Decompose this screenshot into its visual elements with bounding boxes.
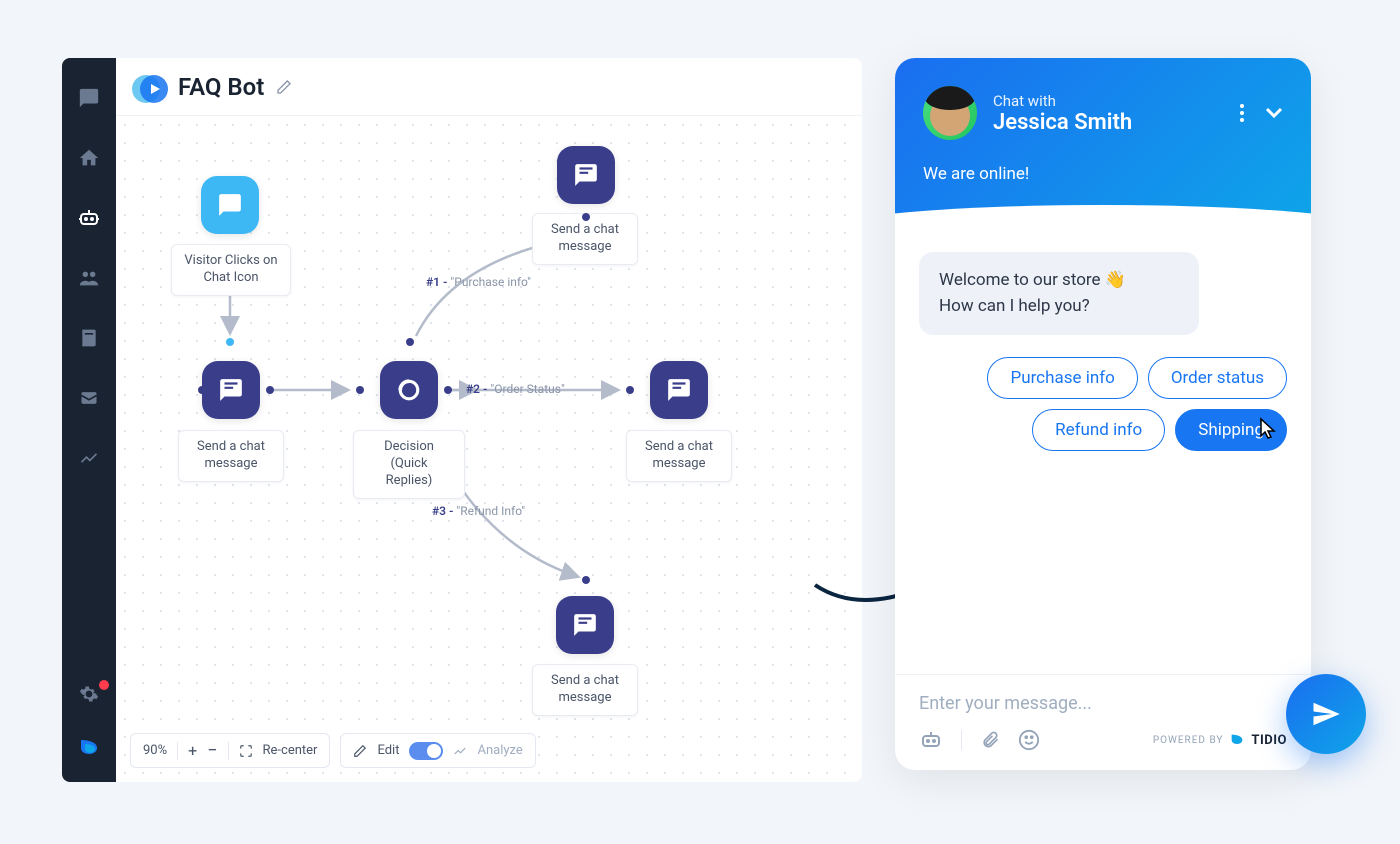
powered-by: POWERED BY TIDIO [1153,732,1287,748]
operator-name: Jessica Smith [993,110,1132,135]
book-icon [79,328,99,348]
node-trigger[interactable] [201,176,259,234]
tidio-brand: TIDIO [1251,733,1287,748]
tidio-logo-icon [1229,732,1245,748]
analyze-icon [453,744,467,758]
analyze-mode-button[interactable]: Analyze [477,743,522,758]
sidebar-item-brand[interactable] [73,732,105,764]
flow-canvas-container: FAQ Bot Visitor Clicks on Chat Icon [116,58,862,782]
edit-title-icon[interactable] [276,79,292,95]
sidebar-item-contacts[interactable] [73,322,105,354]
gear-icon [79,684,99,704]
bot-toggle-icon[interactable] [919,728,943,752]
quick-reply-order-status[interactable]: Order status [1148,357,1287,399]
connection-dot [226,338,234,346]
send-icon [1311,699,1341,729]
emoji-icon[interactable] [1018,729,1040,751]
sidebar-item-chat[interactable] [73,82,105,114]
zoom-out-button[interactable]: − [207,740,217,761]
welcome-line-2: How can I help you? [939,294,1179,320]
sidebar-item-users[interactable] [73,262,105,294]
message-input[interactable]: Enter your message... [919,693,1287,714]
node-send-3-label: Send a chat message [626,430,732,482]
chat-footer: Enter your message... POWERED BY TIDIO [895,674,1311,770]
branch-label-3: #3 - "Refund Info" [432,504,525,518]
chat-preview-widget: Chat with Jessica Smith We are online! W… [895,58,1311,770]
connection-dot [582,213,590,221]
sidebar-item-analytics[interactable] [73,442,105,474]
notification-dot [99,680,109,690]
node-send-message-1[interactable] [202,361,260,419]
node-decision-label: Decision (Quick Replies) [353,430,465,499]
node-decision[interactable] [380,361,438,419]
quick-replies: Purchase info Order status Refund info S… [919,357,1287,451]
flow-canvas[interactable]: Visitor Clicks on Chat Icon Send a chat … [116,116,862,782]
canvas-header: FAQ Bot [116,58,862,116]
chat-body: Welcome to our store 👋 How can I help yo… [895,232,1311,674]
zoom-value: 90% [143,743,167,758]
chat-icon [78,87,100,109]
more-icon[interactable] [1239,103,1245,123]
mode-toggle[interactable] [409,742,443,760]
online-status: We are online! [923,164,1283,184]
chevron-down-icon[interactable] [1265,107,1283,119]
main-sidebar [62,58,116,782]
message-icon [572,612,598,638]
sidebar-item-bot[interactable] [73,202,105,234]
zoom-controls: 90% + − Re-center [130,733,330,768]
sidebar-item-inbox[interactable] [73,382,105,414]
canvas-toolbar: 90% + − Re-center Edit Analyze [130,733,536,768]
operator-avatar [923,86,977,140]
quick-reply-purchase-info[interactable]: Purchase info [987,357,1137,399]
branch-label-1: #1 - "Purchase info" [426,275,531,289]
node-trigger-label: Visitor Clicks on Chat Icon [171,244,291,296]
node-send-message-3[interactable] [650,361,708,419]
connection-dot [266,386,274,394]
sidebar-item-home[interactable] [73,142,105,174]
pencil-icon [353,744,367,758]
node-send-1-label: Send a chat message [178,430,284,482]
home-icon [78,147,100,169]
bot-message: Welcome to our store 👋 How can I help yo… [919,252,1199,335]
bot-icon [77,206,101,230]
users-icon [78,267,100,289]
recenter-button[interactable]: Re-center [263,743,318,758]
connection-dot [582,576,590,584]
bot-title: FAQ Bot [178,73,264,101]
edit-mode-button[interactable]: Edit [377,743,399,758]
node-send-message-2[interactable] [557,146,615,204]
connection-dot [406,338,414,346]
zoom-in-button[interactable]: + [188,741,197,760]
connection-dot [356,386,364,394]
cursor-icon [1253,416,1281,444]
quick-reply-refund-info[interactable]: Refund info [1032,409,1165,451]
message-icon [218,377,244,403]
brand-icon [77,736,101,760]
bot-logo [130,69,166,105]
connection-dot [444,386,452,394]
node-send-4-label: Send a chat message [532,664,638,716]
sidebar-item-settings[interactable] [73,678,105,710]
chart-icon [79,448,99,468]
message-icon [666,377,692,403]
welcome-line-1: Welcome to our store 👋 [939,268,1179,294]
branch-label-2: #2 - "Order Status" [466,382,565,396]
chat-with-label: Chat with [993,92,1132,110]
chat-header: Chat with Jessica Smith We are online! [895,58,1311,232]
message-icon [573,162,599,188]
recenter-icon [239,744,253,758]
node-send-message-4[interactable] [556,596,614,654]
attachment-icon[interactable] [980,730,1000,750]
connection-dot [626,386,634,394]
decision-icon [394,375,424,405]
chat-bubble-icon [217,192,243,218]
inbox-icon [79,388,99,408]
mode-controls: Edit Analyze [340,733,535,768]
send-button[interactable] [1286,674,1366,754]
